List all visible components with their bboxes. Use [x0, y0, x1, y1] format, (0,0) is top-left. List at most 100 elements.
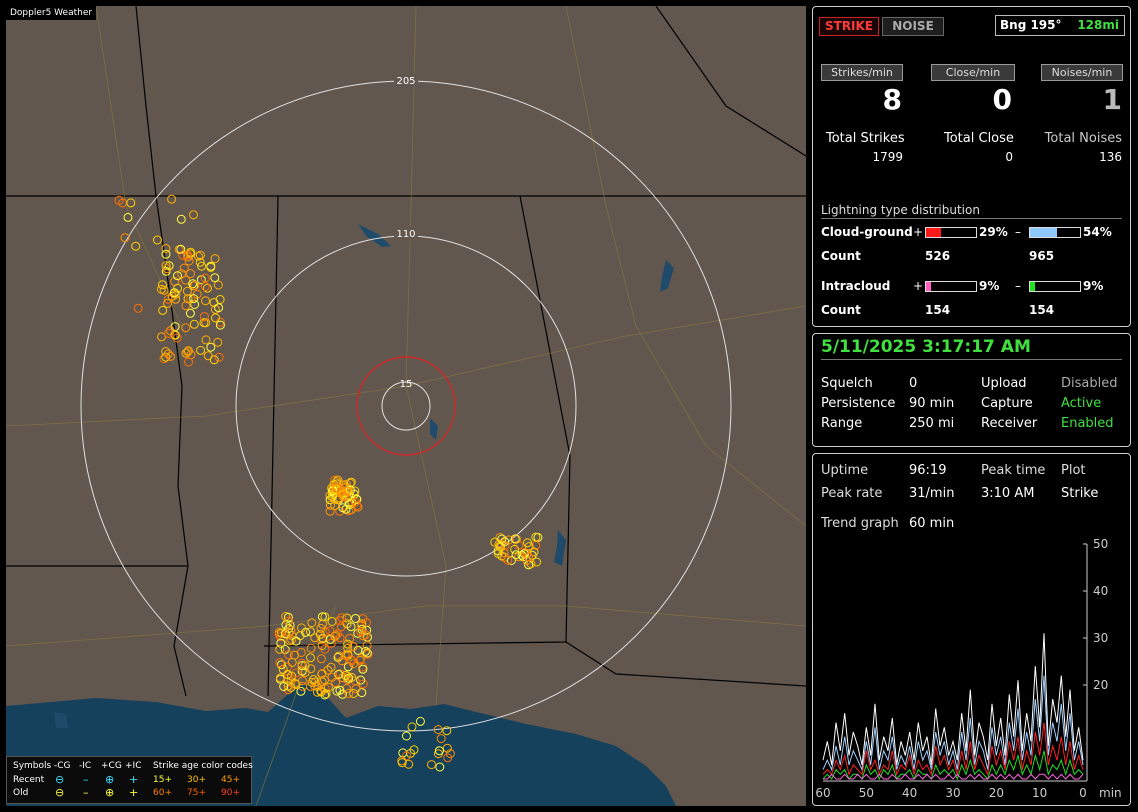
legend-col-neg-cg: -CG — [54, 761, 71, 771]
x-tick-label: 0 — [1079, 786, 1087, 800]
total-strikes-label: Total Strikes — [826, 131, 905, 146]
counter-panel: STRIKE NOISE Bng 195° 128mi Strikes/min … — [812, 6, 1131, 327]
ring-labels: 205 110 15 — [394, 74, 418, 390]
strike-symbol — [296, 648, 306, 657]
age-code-75: 75+ — [187, 788, 206, 798]
total-close-label: Total Close — [944, 131, 1014, 146]
lake — [660, 260, 674, 292]
age-code-45: 45+ — [221, 775, 240, 785]
strikes-per-min-button[interactable]: Strikes/min — [821, 64, 903, 81]
legend-col-neg-ic: -IC — [79, 761, 92, 771]
noise-button[interactable]: NOISE — [882, 17, 944, 36]
x-tick-label: 50 — [859, 786, 874, 800]
x-tick-label: 60 — [815, 786, 830, 800]
strike-symbol — [209, 355, 219, 365]
trend-graph: 50 40 30 20 60 50 40 30 20 10 0 min — [815, 537, 1122, 800]
squelch-value[interactable]: 0 — [909, 376, 917, 391]
strike-symbol — [158, 305, 168, 315]
range-value[interactable]: 250 mi — [909, 416, 954, 431]
symbol-legend: Symbols -CG -IC +CG +IC Strike age color… — [6, 756, 253, 804]
ic-neg-pct: 9% — [1083, 279, 1104, 293]
cg-pos-count: 526 — [925, 249, 951, 263]
x-tick-label: 40 — [902, 786, 917, 800]
persistence-value[interactable]: 90 min — [909, 396, 954, 411]
close-per-min-button[interactable]: Close/min — [931, 64, 1015, 81]
total-noises-value: 136 — [1099, 150, 1122, 164]
cg-neg-count: 965 — [1029, 249, 1055, 263]
strike-symbol — [211, 313, 220, 323]
strike-symbol — [206, 342, 216, 352]
y-tick-label: 50 — [1093, 537, 1108, 551]
strike-symbol — [201, 335, 211, 345]
strike-symbol — [186, 269, 195, 279]
strike-symbol — [532, 557, 542, 567]
upload-value[interactable]: Disabled — [1061, 376, 1117, 391]
age-code-90: 90+ — [221, 788, 240, 798]
x-unit-label: min — [1099, 786, 1122, 800]
strike-symbol — [189, 210, 198, 220]
persistence-label: Persistence — [821, 396, 896, 411]
strike-symbol — [181, 301, 191, 311]
strike-symbol — [184, 357, 193, 367]
strike-symbol — [161, 249, 171, 259]
range-rings — [80, 80, 732, 732]
app-title: Doppler5 Weather — [6, 6, 97, 20]
legend-recent-label: Recent — [13, 775, 45, 785]
strike-symbol — [126, 198, 136, 208]
trend-panel: Uptime 96:19 Peak time Plot Peak rate 31… — [812, 453, 1131, 806]
strike-symbol — [327, 617, 337, 626]
cg-neg-bar — [1029, 227, 1081, 238]
legend-age-label: Strike age color codes — [153, 761, 253, 771]
ring-label-205: 205 — [396, 76, 415, 87]
squelch-label: Squelch — [821, 376, 873, 391]
cg-label: Cloud-ground — [821, 225, 913, 239]
y-tick-label: 20 — [1093, 678, 1108, 692]
capture-value[interactable]: Active — [1061, 396, 1101, 411]
strike-symbol — [123, 212, 133, 222]
y-tick-label: 40 — [1093, 584, 1108, 598]
upload-label: Upload — [981, 376, 1027, 391]
lake — [358, 224, 391, 247]
strike-symbol — [181, 323, 191, 333]
y-tick-label: 30 — [1093, 631, 1108, 645]
legend-symbols-label: Symbols — [13, 761, 52, 771]
receiver-value[interactable]: Enabled — [1061, 416, 1114, 431]
strike-symbol — [200, 282, 210, 291]
strike-symbol — [182, 286, 192, 296]
capture-label: Capture — [981, 396, 1033, 411]
map-svg: 205 110 15 — [6, 6, 806, 806]
noises-per-min-value: 1 — [1102, 83, 1122, 116]
noises-per-min-button[interactable]: Noises/min — [1041, 64, 1123, 81]
status-panel: 5/11/2025 3:17:17 AM Squelch 0 Persisten… — [812, 333, 1131, 447]
total-close-value: 0 — [1005, 150, 1013, 164]
ic-minus-sign: – — [1015, 279, 1021, 293]
legend-old-label: Old — [13, 788, 29, 798]
ic-plus-sign: + — [913, 279, 924, 293]
ic-count-label: Count — [821, 303, 861, 317]
lake — [554, 530, 566, 566]
age-code-15: 15+ — [153, 775, 172, 785]
ic-label: Intracloud — [821, 279, 891, 293]
lake — [54, 712, 68, 728]
strike-symbol — [133, 303, 143, 313]
lightning-map[interactable]: 205 110 15 — [6, 6, 806, 806]
strike-button[interactable]: STRIKE — [819, 17, 879, 36]
legend-col-pos-cg: +CG — [101, 761, 122, 771]
strike-symbol — [213, 337, 223, 347]
cg-pos-pct: 29% — [979, 225, 1008, 239]
strike-symbol — [196, 345, 206, 355]
strike-symbol — [213, 280, 223, 290]
ring-label-110: 110 — [396, 229, 415, 240]
strike-symbol — [202, 283, 212, 293]
trend-series-line — [822, 633, 1084, 766]
strike-symbol — [159, 285, 169, 295]
cg-plus-sign: + — [913, 225, 924, 239]
strike-symbol — [351, 684, 361, 694]
total-strikes-value: 1799 — [872, 150, 903, 164]
strike-symbol — [185, 308, 195, 318]
state-borders — [6, 6, 806, 697]
ic-neg-bar — [1029, 281, 1081, 292]
strike-symbol — [189, 319, 199, 329]
age-code-60: 60+ — [153, 788, 172, 798]
x-tick-label: 10 — [1032, 786, 1047, 800]
